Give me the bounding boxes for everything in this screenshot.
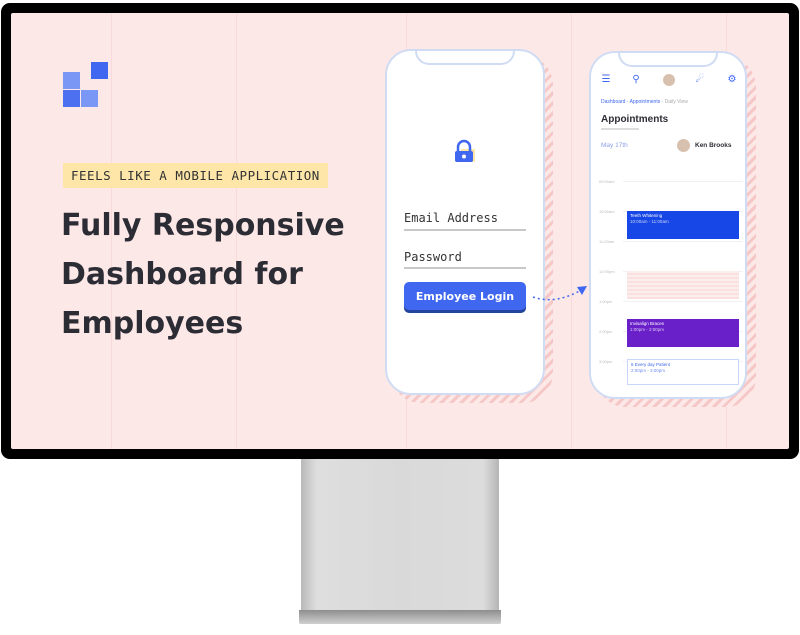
time-label: 2:00pm [599,329,613,334]
headline-line: Fully Responsive [61,208,345,243]
event-title: 6 Every day Patient [631,362,671,367]
time-label: 1:00pm [599,299,613,304]
password-field[interactable] [404,267,526,269]
breadcrumb-item[interactable]: Appointments [630,99,661,105]
breadcrumb-item: Daily View [664,99,688,105]
arrow-icon [532,286,587,301]
screen: FEELS LIKE A MOBILE APPLICATION Fully Re… [11,13,789,449]
event-time: 2:00pm - 3:00pm [631,368,666,373]
password-label: Password [404,250,462,264]
eyebrow-label: FEELS LIKE A MOBILE APPLICATION [63,163,328,188]
title-underline [601,128,639,130]
bell-icon[interactable]: ☄ [693,73,707,87]
search-icon[interactable]: ⚲ [629,73,643,87]
breadcrumb: Dashboard · Appointments · Daily View [601,99,688,105]
date-label[interactable]: May 17th [601,142,628,149]
settings-icon[interactable]: ⚙ [725,73,739,87]
event-title: Teeth Whitening [630,213,663,218]
event-card[interactable]: Invisalign Braces 1:00pm - 2:00pm [627,319,739,347]
time-label: 12:00pm [599,269,615,274]
email-field[interactable] [404,229,526,231]
time-label: 3:00pm [599,359,613,364]
monitor: FEELS LIKE A MOBILE APPLICATION Fully Re… [1,3,799,459]
time-label: 10:00am [599,209,615,214]
appointments-title: Appointments [601,114,669,125]
login-phone: Email Address Password Employee Login [385,49,545,395]
monitor-stand [301,459,499,611]
menu-icon[interactable]: ☰ [599,73,613,87]
employee-login-button[interactable]: Employee Login [404,282,526,310]
person-avatar [677,139,690,152]
event-time: 10:00am - 11:00am [630,219,669,224]
breadcrumb-item[interactable]: Dashboard [601,99,625,105]
person-name[interactable]: Ken Brooks [695,142,731,149]
time-label: 11:00am [599,239,615,244]
event-card[interactable]: Teeth Whitening 10:00am - 11:00am [627,211,739,239]
phone-notch [415,51,515,65]
lock-icon [455,139,475,162]
avatar[interactable] [663,74,675,86]
monitor-stand-base [299,610,501,624]
brand-logo [63,62,115,110]
event-time: 1:00pm - 2:00pm [630,327,665,332]
blocked-slot [627,271,739,299]
event-title: Invisalign Braces [630,321,665,326]
day-timeline: 09:00am 10:00am 11:00am 12:00pm 1:00pm 2… [599,163,743,385]
headline: Fully Responsive Dashboard for Employees [61,201,391,348]
email-label: Email Address [404,211,498,225]
time-label: 09:00am [599,179,615,184]
headline-line: Employees [61,306,244,341]
event-card[interactable]: 6 Every day Patient 2:00pm - 3:00pm [627,359,739,385]
dashboard-phone: ☰ ⚲ ☄ ⚙ Dashboard · Appointments · Daily… [589,51,747,399]
phone-notch [618,53,718,67]
headline-line: Dashboard for [61,257,303,292]
